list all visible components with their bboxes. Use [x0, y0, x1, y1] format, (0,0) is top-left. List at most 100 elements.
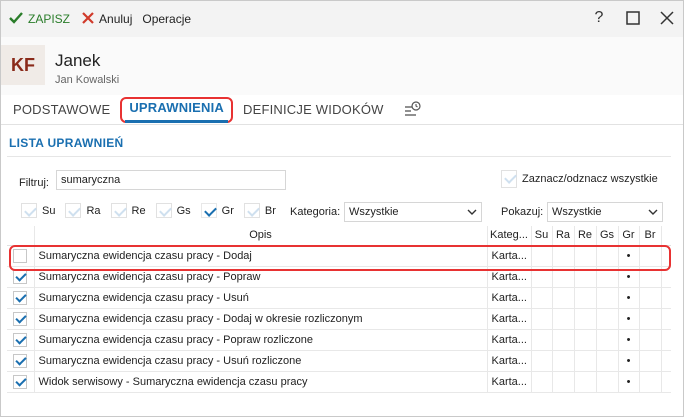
filter-su[interactable]: Su [21, 203, 55, 218]
operations-menu[interactable]: Operacje [138, 7, 195, 31]
show-select[interactable]: Wszystkie [547, 202, 663, 222]
row-gs [596, 329, 619, 351]
row-description: Sumaryczna ewidencja czasu pracy - Popra… [34, 266, 488, 288]
row-re [574, 329, 597, 351]
section-divider [7, 156, 671, 157]
tab-basic[interactable]: PODSTAWOWE [9, 97, 114, 123]
row-su [531, 350, 553, 372]
check-icon [9, 11, 23, 27]
row-gr: • [618, 329, 640, 351]
record-name: Janek [55, 51, 101, 70]
table-row[interactable]: Sumaryczna ewidencja czasu pracy - Dodaj… [7, 245, 671, 267]
row-checkbox[interactable] [13, 248, 28, 263]
avatar: KF [1, 45, 45, 85]
filter-su-checkbox[interactable] [21, 203, 37, 218]
filter-gr[interactable]: Gr [200, 203, 234, 218]
close-icon[interactable] [659, 7, 675, 29]
filter-re-label: Re [131, 204, 146, 217]
filter-br-checkbox[interactable] [243, 203, 260, 218]
row-checkbox-cell [7, 245, 35, 267]
tab-view-definitions[interactable]: DEFINICJE WIDOKÓW [239, 97, 388, 123]
history-icon[interactable] [402, 100, 422, 120]
row-re [574, 350, 597, 372]
save-button[interactable]: ZAPISZ [5, 7, 74, 31]
table-row[interactable]: Sumaryczna ewidencja czasu pracy - Usuń K… [7, 287, 671, 309]
category-label: Kategoria: [290, 206, 341, 218]
chevron-down-icon [648, 207, 658, 218]
grid-header: Opis Kateg... Su Ra Re Gs Gr Br [7, 226, 671, 246]
show-label: Pokazuj: [501, 206, 544, 218]
col-gs[interactable]: Gs [596, 226, 619, 246]
category-select[interactable]: Wszystkie [344, 202, 482, 222]
row-br [639, 371, 662, 393]
filter-gr-checkbox[interactable] [200, 203, 217, 218]
category-value: Wszystkie [349, 206, 399, 218]
filter-gs-checkbox[interactable] [155, 203, 172, 218]
filter-br-label: Br [264, 204, 276, 217]
type-filter-row: Su Ra Re Gs Gr Br [21, 203, 286, 218]
row-checkbox[interactable] [13, 311, 28, 326]
col-br[interactable]: Br [639, 226, 662, 246]
row-checkbox-cell [7, 308, 35, 330]
row-su [531, 287, 553, 309]
col-ra[interactable]: Ra [552, 226, 575, 246]
row-checkbox-cell [7, 350, 35, 372]
col-category[interactable]: Kateg... [487, 226, 532, 246]
table-row[interactable]: Sumaryczna ewidencja czasu pracy - Dodaj… [7, 308, 671, 330]
filter-ra[interactable]: Ra [65, 203, 101, 218]
row-description: Sumaryczna ewidencja czasu pracy - Usuń [34, 287, 488, 309]
row-re [574, 266, 597, 288]
filter-su-label: Su [42, 204, 56, 217]
filter-gs[interactable]: Gs [155, 203, 191, 218]
help-icon[interactable]: ? [591, 7, 607, 29]
row-description: Sumaryczna ewidencja czasu pracy - Dodaj… [34, 308, 488, 330]
select-all-toggle[interactable]: Zaznacz/odznacz wszystkie [501, 170, 658, 188]
col-re[interactable]: Re [574, 226, 597, 246]
table-row[interactable]: Sumaryczna ewidencja czasu pracy - Usuń … [7, 350, 671, 372]
row-checkbox[interactable] [13, 332, 28, 347]
row-su [531, 329, 553, 351]
window-controls: ? [591, 7, 675, 29]
filter-re[interactable]: Re [110, 203, 146, 218]
row-checkbox[interactable] [13, 269, 28, 284]
row-br [639, 329, 662, 351]
row-checkbox[interactable] [13, 290, 28, 305]
row-ra [552, 266, 575, 288]
row-ra [552, 350, 575, 372]
select-all-checkbox[interactable] [501, 170, 517, 188]
chevron-down-icon [467, 207, 477, 218]
row-category: Karta... [487, 308, 532, 330]
row-gs [596, 266, 619, 288]
row-category: Karta... [487, 266, 532, 288]
col-description[interactable]: Opis [34, 226, 488, 246]
toolbar: ZAPISZ Anuluj Operacje ? [1, 1, 683, 37]
filter-input[interactable] [56, 170, 286, 190]
filter-ra-checkbox[interactable] [65, 203, 82, 218]
maximize-icon[interactable] [625, 7, 641, 29]
row-checkbox[interactable] [13, 374, 28, 389]
table-row[interactable]: Widok serwisowy - Sumaryczna ewidencja c… [7, 371, 671, 393]
row-gs [596, 308, 619, 330]
cancel-button[interactable]: Anuluj [78, 7, 136, 31]
col-gr[interactable]: Gr [618, 226, 640, 246]
filter-gs-label: Gs [176, 204, 191, 217]
row-re [574, 245, 597, 267]
row-su [531, 266, 553, 288]
row-gr: • [618, 245, 640, 267]
table-row[interactable]: Sumaryczna ewidencja czasu pracy - Popra… [7, 266, 671, 288]
permissions-grid: Opis Kateg... Su Ra Re Gs Gr Br Sumarycz… [7, 226, 671, 393]
filter-re-checkbox[interactable] [110, 203, 127, 218]
filter-br[interactable]: Br [243, 203, 276, 218]
tab-permissions[interactable]: UPRAWNIENIA [125, 97, 228, 123]
row-category: Karta... [487, 371, 532, 393]
show-value: Wszystkie [552, 206, 602, 218]
row-spacer [661, 371, 671, 393]
row-br [639, 350, 662, 372]
table-row[interactable]: Sumaryczna ewidencja czasu pracy - Popra… [7, 329, 671, 351]
row-checkbox[interactable] [13, 353, 28, 368]
row-br [639, 308, 662, 330]
row-spacer [661, 245, 671, 267]
col-su[interactable]: Su [531, 226, 553, 246]
save-label: ZAPISZ [28, 12, 71, 26]
row-category: Karta... [487, 350, 532, 372]
